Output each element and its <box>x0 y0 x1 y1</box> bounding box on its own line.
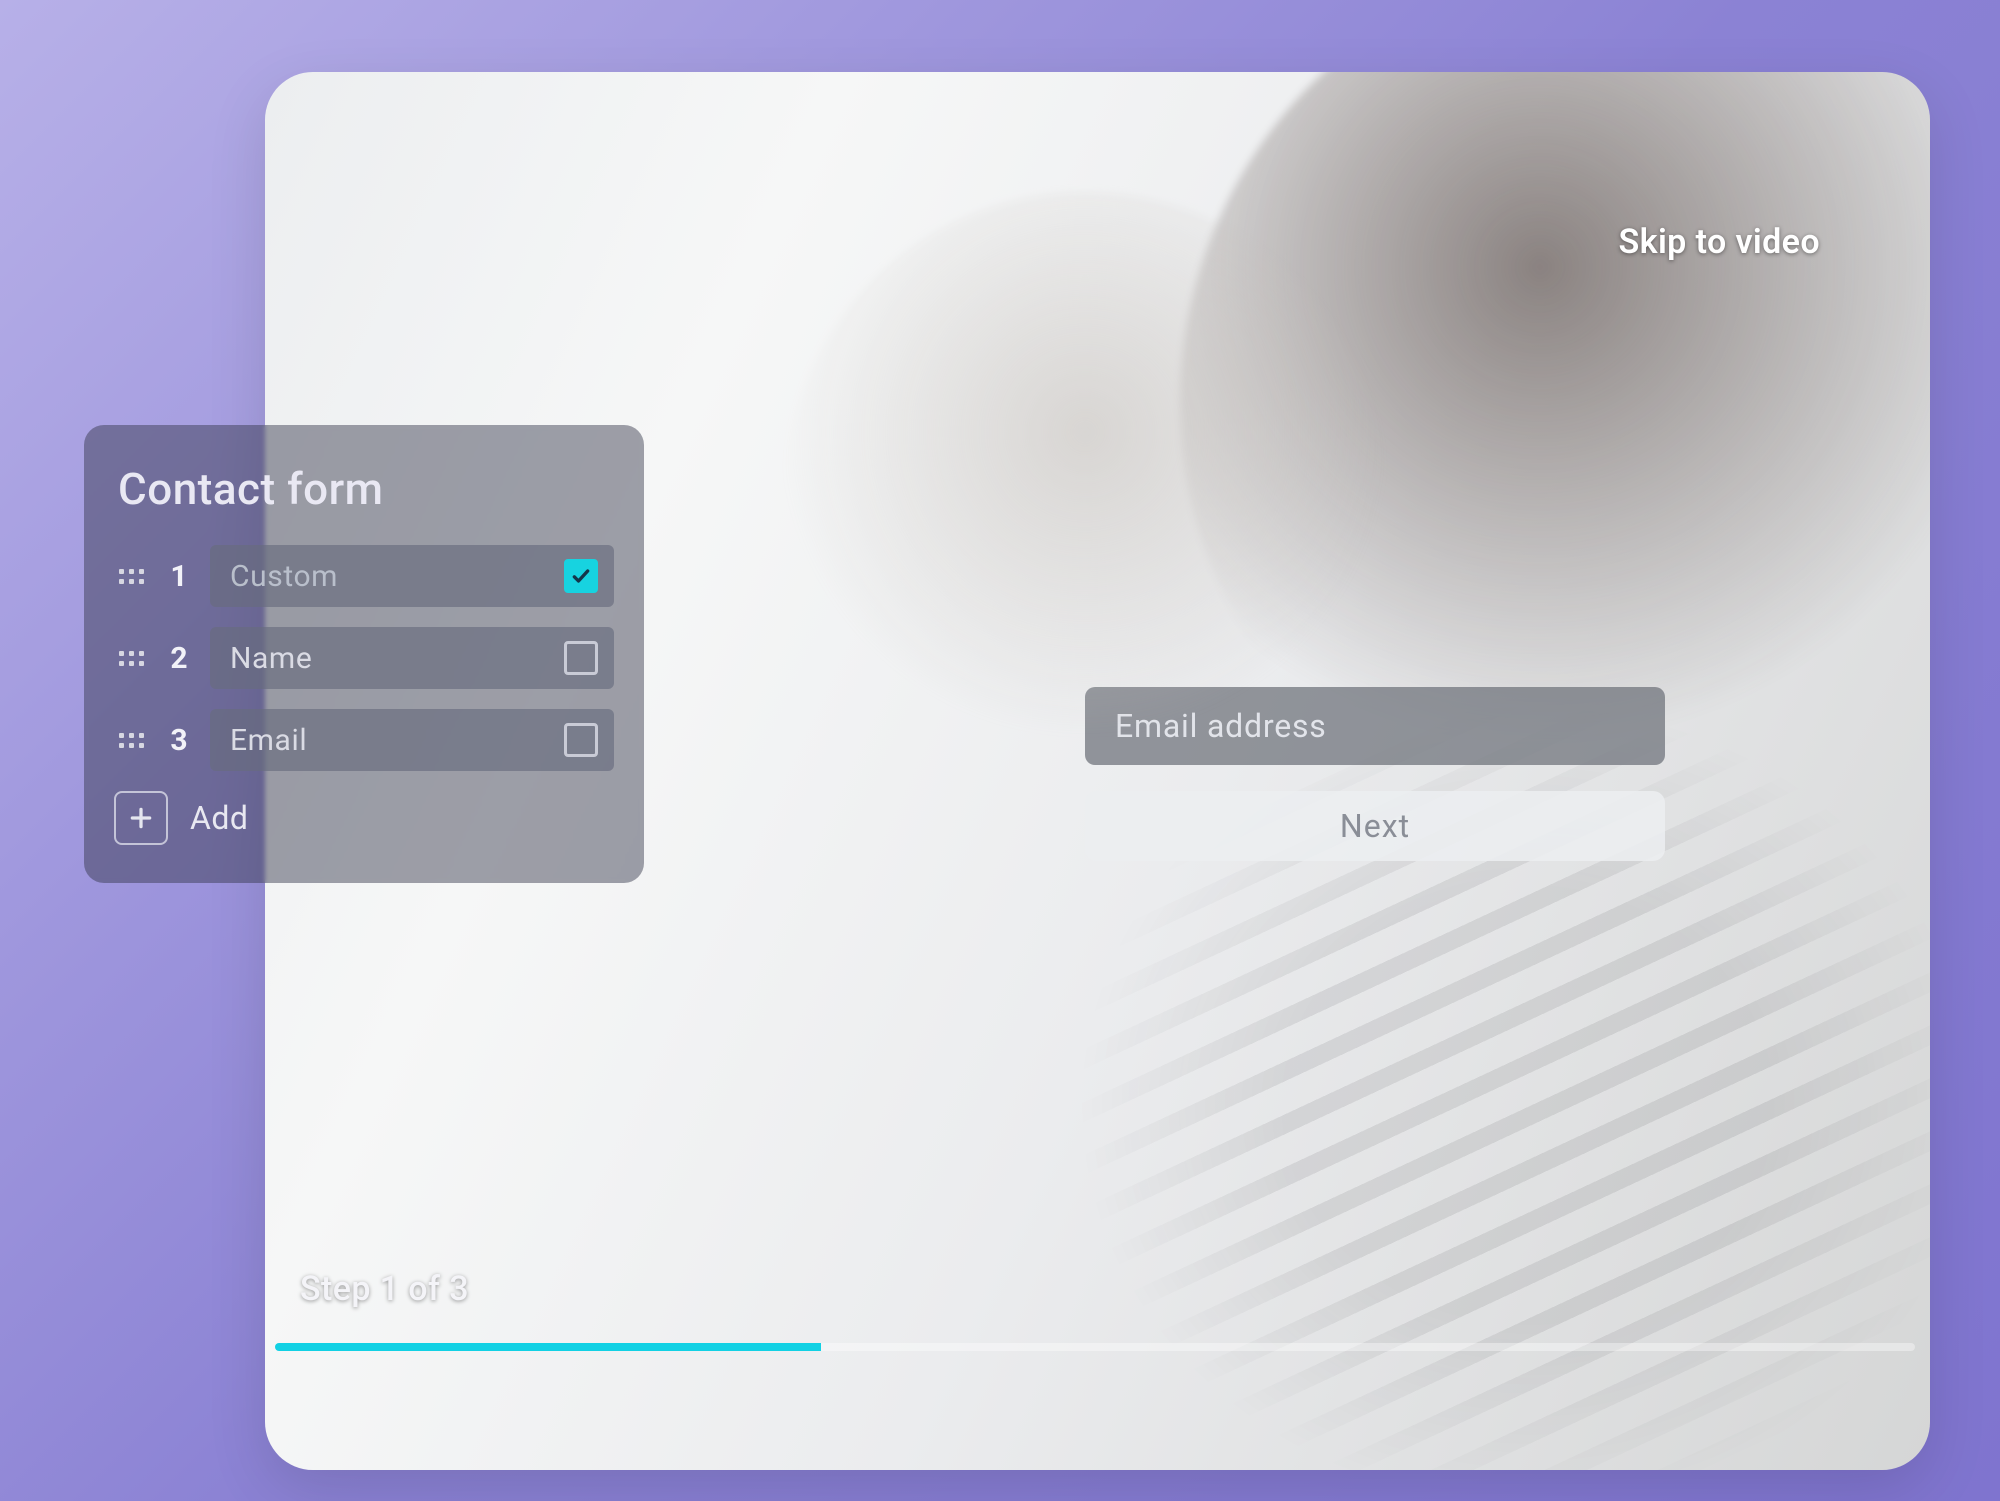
email-field[interactable]: Email address <box>1085 687 1665 765</box>
drag-handle-icon[interactable] <box>114 559 148 593</box>
checkbox-name[interactable] <box>564 641 598 675</box>
panel-title: Contact form <box>118 463 610 515</box>
add-label: Add <box>190 799 248 837</box>
checkbox-email[interactable] <box>564 723 598 757</box>
progress-bar <box>275 1343 1915 1351</box>
form-row-email: 3 Email <box>114 709 614 771</box>
next-button[interactable]: Next <box>1085 791 1665 861</box>
field-custom[interactable]: Custom <box>210 545 614 607</box>
field-email[interactable]: Email <box>210 709 614 771</box>
email-mini-form: Email address Next <box>1085 687 1665 861</box>
field-label: Custom <box>230 559 338 594</box>
form-row-name: 2 Name <box>114 627 614 689</box>
email-placeholder: Email address <box>1115 707 1327 745</box>
skip-to-video-link[interactable]: Skip to video <box>1618 222 1820 262</box>
step-indicator: Step 1 of 3 <box>300 1269 469 1309</box>
next-button-label: Next <box>1340 807 1410 845</box>
add-button[interactable] <box>114 791 168 845</box>
drag-handle-icon[interactable] <box>114 723 148 757</box>
progress-fill <box>275 1343 821 1351</box>
form-row-custom: 1 Custom <box>114 545 614 607</box>
row-number: 2 <box>166 641 192 676</box>
drag-handle-icon[interactable] <box>114 641 148 675</box>
row-number: 1 <box>166 559 192 594</box>
contact-form-panel: Contact form 1 Custom 2 Name 3 Email <box>84 425 644 883</box>
checkbox-custom[interactable] <box>564 559 598 593</box>
add-row: Add <box>114 791 614 845</box>
row-number: 3 <box>166 723 192 758</box>
field-label: Email <box>230 723 307 758</box>
field-label: Name <box>230 641 312 676</box>
field-name[interactable]: Name <box>210 627 614 689</box>
